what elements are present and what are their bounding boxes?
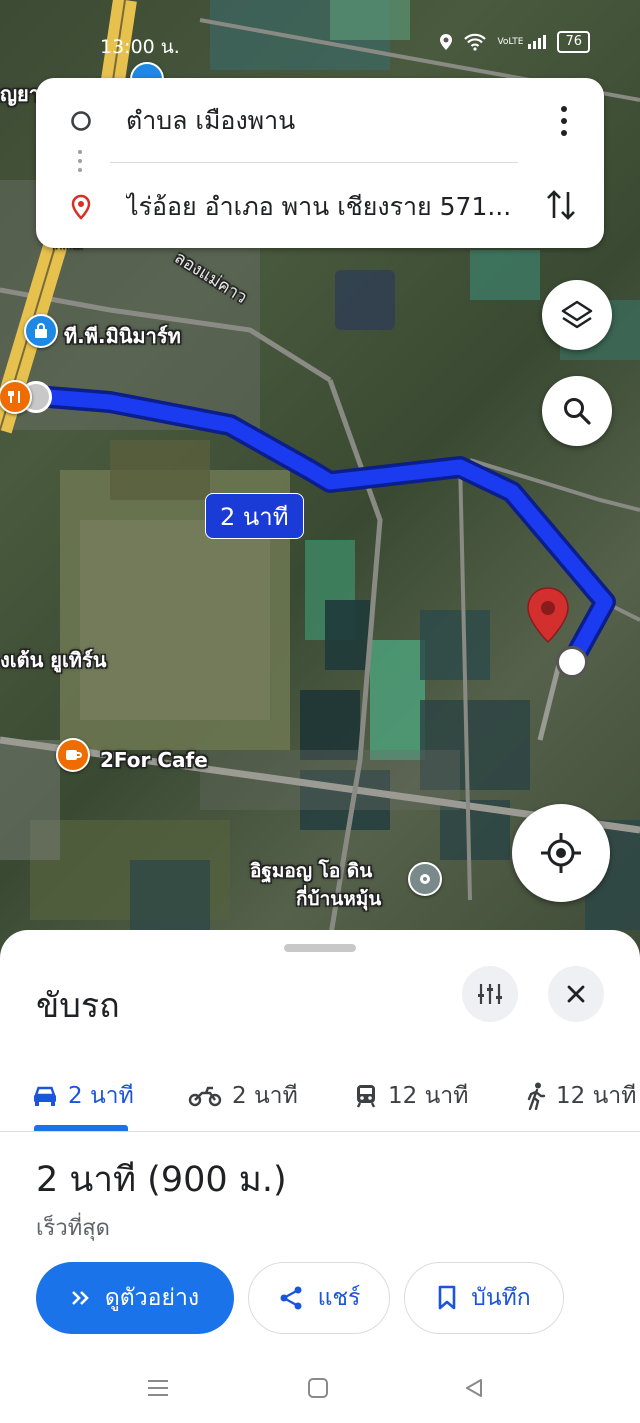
preview-button[interactable]: ดูตัวอย่าง — [36, 1262, 234, 1334]
status-bar: 13:00 น. VoLTE 76 — [0, 28, 640, 58]
search-along-route-button[interactable] — [542, 376, 612, 446]
sheet-title: ขับรถ — [36, 986, 120, 1026]
preview-button-label: ดูตัวอย่าง — [104, 1285, 200, 1311]
directions-sheet: ขับรถ 2 นาที 2 นาที 12 นาที 12 นาที 2 นา… — [0, 930, 640, 1423]
route-subtitle: เร็วที่สุด — [36, 1216, 110, 1241]
location-status-icon — [440, 34, 453, 50]
destination-field[interactable]: ไร่อ้อย อำเภอ พาน เชียงราย 571... — [126, 187, 604, 227]
status-time: 13:00 น. — [100, 36, 180, 58]
sheet-drag-handle[interactable] — [284, 944, 356, 952]
save-button[interactable]: บันทึก — [404, 1262, 564, 1334]
close-button[interactable] — [548, 966, 604, 1022]
origin-row[interactable]: ตำบล เมืองพาน — [36, 86, 604, 156]
shopping-poi-icon[interactable] — [24, 314, 58, 348]
layers-button[interactable] — [542, 280, 612, 350]
battery-indicator: 76 — [557, 31, 590, 53]
tab-car-label: 2 นาที — [68, 1083, 134, 1109]
volte-indicator: VoLTE — [497, 36, 524, 47]
share-icon — [280, 1286, 302, 1310]
wifi-icon — [464, 33, 487, 51]
tab-transit[interactable]: 12 นาที — [354, 1060, 468, 1132]
tune-icon — [478, 984, 502, 1004]
map-label-shop[interactable]: ที.พี.มินิมาร์ท — [64, 320, 181, 352]
route-eta-chip[interactable]: 2 นาที — [205, 493, 304, 539]
save-button-label: บันทึก — [471, 1285, 531, 1311]
swap-direction-icon[interactable] — [546, 188, 576, 222]
destination-row[interactable]: ไร่อ้อย อำเภอ พาน เชียงราย 571... — [36, 172, 604, 242]
home-square-icon — [308, 1378, 328, 1398]
bookmark-icon — [438, 1285, 456, 1310]
tab-motorbike[interactable]: 2 นาที — [188, 1060, 298, 1132]
crosshair-icon — [541, 833, 581, 873]
back-button[interactable] — [454, 1368, 494, 1408]
map-label-top-left: ญยา — [0, 82, 40, 106]
map-label-place-line1[interactable]: อิฐมอญ โอ ดิน — [250, 856, 372, 886]
system-navigation-bar — [0, 1350, 640, 1423]
route-end-dot — [556, 646, 588, 678]
back-triangle-icon — [466, 1379, 482, 1397]
cafe-poi-icon[interactable] — [56, 738, 90, 772]
menu-lines-icon — [148, 1380, 168, 1396]
tab-transit-label: 12 นาที — [388, 1083, 469, 1109]
layers-icon — [561, 300, 593, 329]
tab-walk[interactable]: 12 นาที — [526, 1060, 636, 1132]
map-label-resort[interactable]: งเต้น ยูเทิร์น — [0, 644, 106, 676]
signal-icon — [528, 35, 547, 49]
home-button[interactable] — [298, 1368, 338, 1408]
route-summary: 2 นาที (900 ม.) — [36, 1160, 287, 1200]
map-label-place-line2[interactable]: กี่บ้านหมุ้น — [296, 884, 381, 914]
car-icon — [34, 1086, 56, 1106]
share-button[interactable]: แชร์ — [248, 1262, 390, 1334]
route-search-card: ตำบล เมืองพาน ไร่อ้อย อำเภอ พาน เชียงราย… — [36, 78, 604, 248]
search-icon — [564, 398, 591, 425]
route-divider — [110, 162, 518, 163]
destination-pin-outline-icon — [71, 194, 91, 220]
my-location-button[interactable] — [512, 804, 610, 902]
walk-icon — [527, 1082, 546, 1110]
origin-field[interactable]: ตำบล เมืองพาน — [126, 101, 604, 141]
fast-forward-icon — [71, 1291, 89, 1305]
map-view[interactable]: ญยา AH2 ลองแม่คาว ที.พี.มินิมาร์ท งเต้น … — [0, 0, 640, 960]
route-connector-dots — [78, 150, 82, 172]
motorbike-icon — [188, 1086, 222, 1107]
origin-circle-icon — [71, 111, 91, 131]
route-options-button[interactable] — [462, 966, 518, 1022]
active-tab-indicator — [34, 1125, 128, 1131]
train-icon — [356, 1085, 376, 1108]
tab-car[interactable]: 2 นาที — [32, 1060, 134, 1132]
destination-pin-icon[interactable] — [526, 586, 570, 644]
close-icon — [567, 985, 585, 1003]
place-poi-icon[interactable] — [408, 862, 442, 896]
share-button-label: แชร์ — [317, 1285, 361, 1311]
recents-button[interactable] — [138, 1368, 178, 1408]
tab-motorbike-label: 2 นาที — [232, 1083, 298, 1109]
map-label-cafe[interactable]: 2For Cafe — [100, 748, 208, 772]
travel-mode-tabs: 2 นาที 2 นาที 12 นาที 12 นาที — [0, 1060, 640, 1132]
more-options-icon[interactable] — [554, 106, 574, 136]
tab-walk-label: 12 นาที — [556, 1083, 637, 1109]
